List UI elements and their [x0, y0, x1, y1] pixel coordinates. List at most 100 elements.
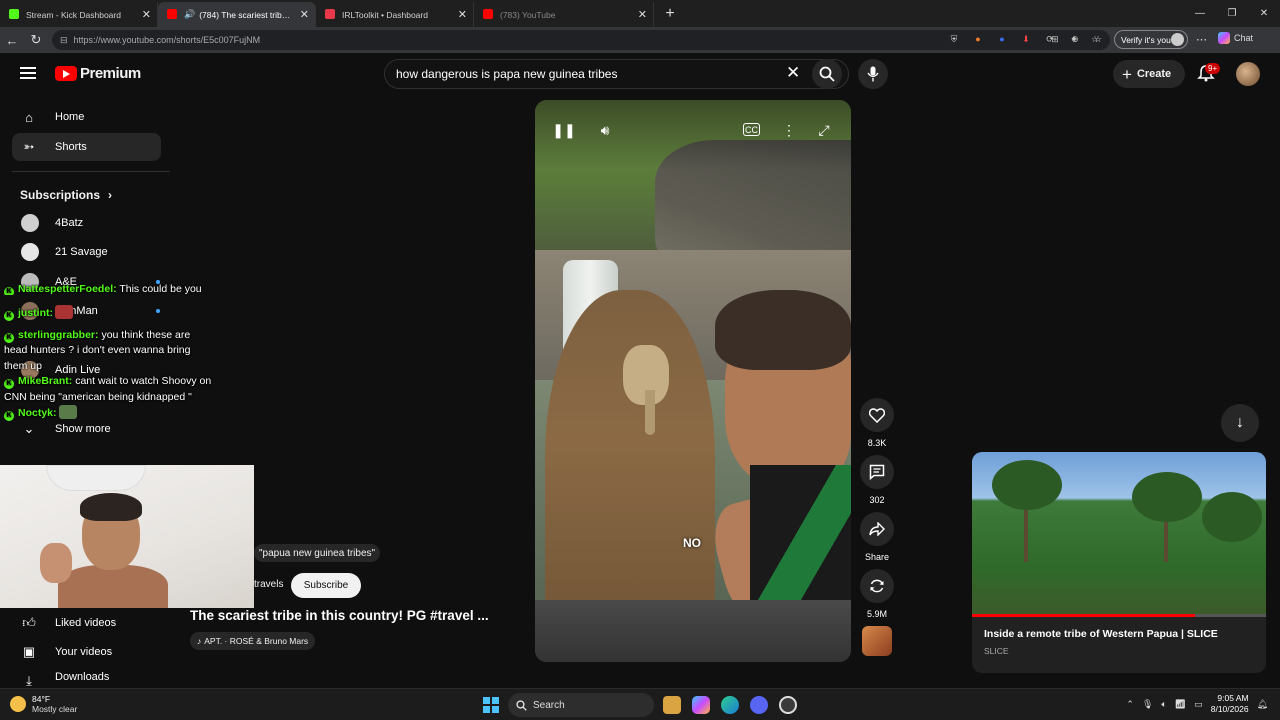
- discord-icon[interactable]: [750, 696, 768, 714]
- tray-battery-icon[interactable]: ▭: [1194, 699, 1203, 710]
- ceiling-fan-shape: [46, 465, 146, 491]
- subscribe-button[interactable]: Subscribe: [291, 573, 361, 598]
- chat-badge-icon: K: [4, 411, 14, 421]
- remix-button[interactable]: [860, 569, 894, 603]
- new-tab-button[interactable]: +: [658, 3, 682, 27]
- sidebar-item-liked-videos[interactable]: 👍︎ Liked videos: [12, 609, 161, 637]
- sidebar-item-shorts[interactable]: ➳ Shorts: [12, 133, 161, 161]
- tray-microphone-icon[interactable]: 🎙︎: [1142, 699, 1153, 710]
- voice-search-button[interactable]: [858, 59, 888, 89]
- window-controls: — ❐ ✕: [1184, 0, 1280, 27]
- close-window-icon[interactable]: ✕: [1248, 0, 1280, 27]
- favorites-icon[interactable]: ☆: [1090, 31, 1106, 47]
- pause-icon[interactable]: ❚❚: [552, 120, 575, 140]
- sidebar-item-your-videos[interactable]: ▣ Your videos: [12, 638, 161, 666]
- next-video-button[interactable]: ↓: [1221, 404, 1259, 442]
- taskbar-search-label: Search: [533, 699, 565, 711]
- sidebar-item-subscription[interactable]: 4Batz: [12, 209, 161, 237]
- browser-tab-youtube[interactable]: (783) YouTube ✕: [474, 2, 654, 27]
- sidebar-item-downloads[interactable]: ⤓ Downloads: [12, 667, 161, 687]
- related-video-title[interactable]: Inside a remote tribe of Western Papua |…: [984, 628, 1218, 640]
- channel-name[interactable]: travels: [254, 579, 283, 590]
- shield-extension-icon[interactable]: ⛨: [946, 31, 962, 47]
- emote-icon: [58, 405, 77, 419]
- edge-browser-icon[interactable]: [721, 696, 739, 714]
- chat-text: This could be you: [119, 284, 202, 295]
- minimize-icon[interactable]: —: [1184, 0, 1216, 27]
- streamer-body-shape: [58, 565, 168, 608]
- share-action[interactable]: Share: [860, 512, 894, 562]
- browser-tab-kick[interactable]: Stream - Kick Dashboard ✕: [0, 2, 158, 27]
- obs-icon[interactable]: [779, 696, 797, 714]
- close-tab-icon[interactable]: ✕: [458, 8, 467, 21]
- hamburger-menu-icon[interactable]: [20, 67, 36, 79]
- download-extension-icon[interactable]: ⬇: [1018, 31, 1034, 47]
- file-explorer-icon[interactable]: [663, 696, 681, 714]
- close-tab-icon[interactable]: ✕: [142, 8, 151, 21]
- weather-widget[interactable]: 84°F Mostly clear: [10, 694, 77, 714]
- extensions-puzzle-icon[interactable]: ✦: [1066, 31, 1082, 47]
- share-button[interactable]: [860, 512, 894, 546]
- temperature: 84°F: [32, 694, 51, 704]
- browser-tab-strip: Stream - Kick Dashboard ✕ 🔊 (784) The sc…: [0, 0, 1280, 27]
- sync-extension-icon[interactable]: ⟳: [1042, 31, 1058, 47]
- sound-thumbnail[interactable]: [862, 626, 892, 656]
- chat-badge-icon: K: [4, 379, 14, 389]
- copilot-icon[interactable]: [692, 696, 710, 714]
- orange-extension-icon[interactable]: ●: [970, 31, 986, 47]
- search-input[interactable]: how dangerous is papa new guinea tribes: [384, 59, 849, 89]
- sidebar-item-home[interactable]: ⌂ Home: [12, 103, 161, 131]
- create-label: Create: [1136, 68, 1172, 80]
- related-video-progress: [972, 614, 1266, 617]
- back-icon[interactable]: ←: [0, 33, 24, 48]
- tray-network-icon[interactable]: 📶︎: [1175, 699, 1186, 710]
- sidebar-item-label: Liked videos: [55, 617, 117, 629]
- browser-tab-irltoolkit[interactable]: IRLToolkit • Dashboard ✕: [316, 2, 474, 27]
- close-tab-icon[interactable]: ✕: [300, 8, 309, 21]
- copilot-chat-button[interactable]: Chat: [1218, 32, 1253, 44]
- search-query: how dangerous is papa new guinea tribes: [396, 67, 618, 81]
- comments-action[interactable]: 302: [860, 455, 894, 505]
- weather-condition: Mostly clear: [32, 704, 78, 714]
- windows-start-icon[interactable]: [483, 697, 499, 713]
- restore-icon[interactable]: ❐: [1216, 0, 1248, 27]
- related-video-channel[interactable]: SLICE: [984, 646, 1009, 656]
- tab-title: (783) YouTube: [500, 9, 556, 20]
- tray-overflow-icon[interactable]: ⌃: [1126, 699, 1134, 710]
- search-term-chip[interactable]: "papua new guinea tribes": [254, 544, 381, 562]
- comments-button[interactable]: [860, 455, 894, 489]
- verify-profile-button[interactable]: Verify it's you: [1114, 30, 1188, 49]
- reload-icon[interactable]: ↻: [24, 32, 48, 48]
- tray-speaker-icon[interactable]: 🔈︎: [1161, 699, 1166, 710]
- video-title[interactable]: The scariest tribe in this country! PG #…: [190, 608, 489, 623]
- volume-icon[interactable]: 🔊︎: [595, 120, 615, 140]
- youtube-favicon: [167, 9, 177, 19]
- search-button[interactable]: [812, 59, 842, 89]
- like-action[interactable]: 8.3K: [860, 398, 894, 448]
- remix-action[interactable]: 5.9M: [860, 569, 894, 619]
- closed-captions-icon[interactable]: CC: [743, 123, 760, 136]
- clear-search-icon[interactable]: ✕: [786, 63, 800, 83]
- browser-tab-youtube-short[interactable]: 🔊 (784) The scariest tribe in this ✕: [158, 2, 316, 27]
- site-info-icon[interactable]: ⊟: [60, 35, 68, 46]
- related-video-card[interactable]: Inside a remote tribe of Western Papua |…: [972, 452, 1266, 673]
- like-button[interactable]: [860, 398, 894, 432]
- youtube-premium-logo[interactable]: Premium: [55, 65, 141, 82]
- blue-extension-icon[interactable]: ●: [994, 31, 1010, 47]
- account-avatar[interactable]: [1236, 62, 1260, 86]
- create-button[interactable]: + Create: [1113, 60, 1185, 88]
- shorts-video-player[interactable]: ❚❚ 🔊︎ CC ⋮ ⤢ NO: [535, 100, 851, 662]
- close-tab-icon[interactable]: ✕: [638, 8, 647, 21]
- notifications-icon[interactable]: 🔔︎: [1257, 699, 1268, 710]
- sidebar-item-subscription[interactable]: 21 Savage: [12, 238, 161, 266]
- music-chip[interactable]: ♪ APT. · ROSÉ & Bruno Mars: [190, 632, 316, 650]
- more-options-icon[interactable]: ⋮: [779, 120, 799, 140]
- clock[interactable]: 9:05 AM 8/10/2026: [1211, 693, 1249, 715]
- more-menu-icon[interactable]: ⋯: [1196, 33, 1207, 46]
- sidebar-item-label: Home: [55, 111, 85, 123]
- fullscreen-icon[interactable]: ⤢: [814, 120, 834, 140]
- taskbar-search[interactable]: Search: [508, 693, 654, 717]
- subscriptions-heading[interactable]: Subscriptions ›: [20, 188, 112, 202]
- tab-title: (784) The scariest tribe in this: [199, 9, 293, 20]
- speaker-icon[interactable]: 🔊: [184, 9, 195, 20]
